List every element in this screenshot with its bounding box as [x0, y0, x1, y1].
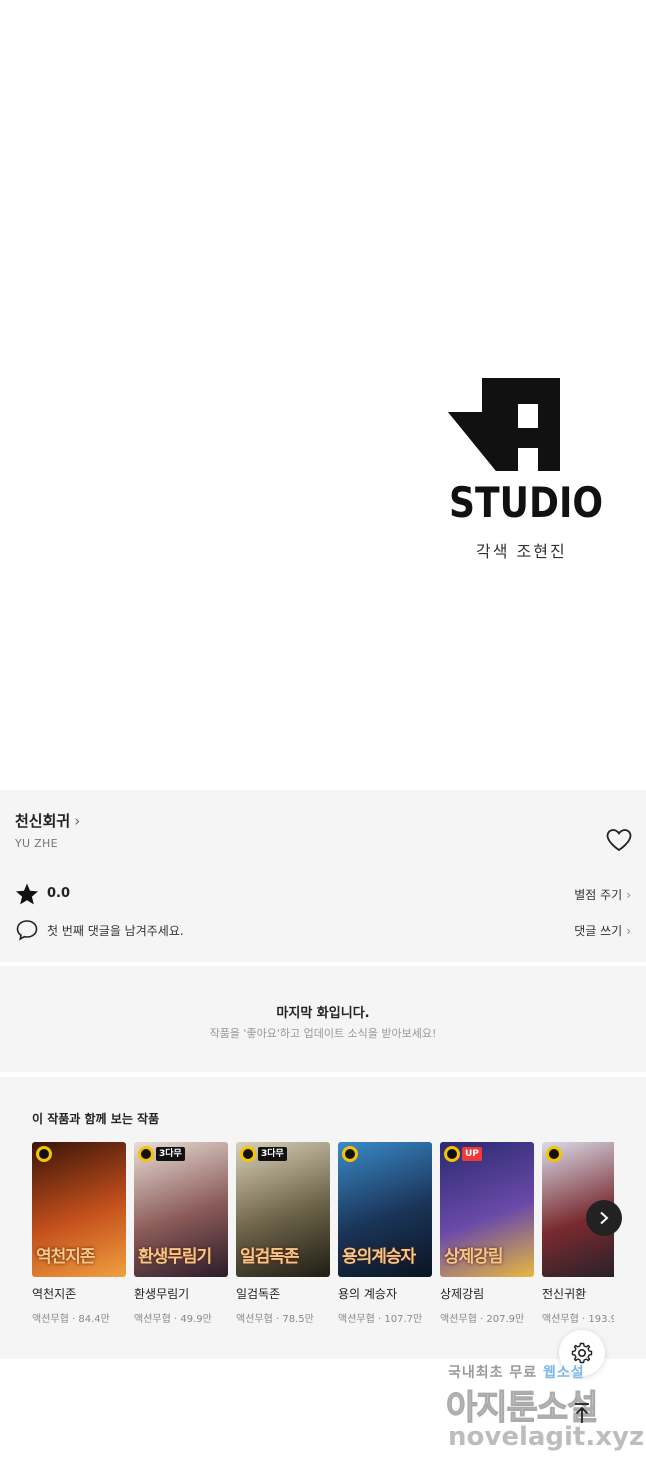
comment-prompt: 첫 번째 댓글을 남겨주세요.	[47, 924, 184, 938]
chevron-right-icon: ›	[626, 924, 631, 938]
studio-wordmark: STUDIO	[449, 478, 604, 527]
recommendation-card[interactable]: 용의계승자용의 계승자액션무협 · 107.7만	[338, 1142, 432, 1325]
chevron-right-icon: ›	[74, 811, 81, 830]
clock-icon	[342, 1146, 358, 1162]
last-episode-title: 마지막 화입니다.	[276, 1006, 370, 1021]
separator-dot: ·	[476, 1314, 487, 1325]
adaptation-credit: 각색 조현진	[476, 542, 567, 561]
card-views: 107.7만	[384, 1314, 423, 1325]
viewer-page: STUDIO 각색 조현진 천신회귀 › YU ZHE 0.0 별점 주기 › 첫…	[0, 0, 646, 1475]
card-title: 전신귀환	[542, 1287, 587, 1301]
wait-free-badge: 3다무	[240, 1146, 287, 1162]
cover-tag: UP	[462, 1147, 482, 1161]
wait-free-badge: 3다무	[138, 1146, 185, 1162]
recommendations-heading: 이 작품과 함께 보는 작품	[32, 1112, 160, 1126]
clock-icon	[138, 1146, 154, 1162]
cover-thumbnail: 3다무일검독존	[236, 1142, 330, 1277]
card-views: 84.4만	[78, 1314, 110, 1325]
clock-icon	[444, 1146, 460, 1162]
cover-thumbnail: 용의계승자	[338, 1142, 432, 1277]
card-meta: 액션무협 · 49.9만	[134, 1310, 228, 1325]
card-views: 49.9만	[180, 1314, 212, 1325]
cover-tag: 3다무	[258, 1147, 287, 1161]
separator-dot: ·	[272, 1314, 283, 1325]
card-title: 일검독존	[236, 1287, 281, 1301]
clock-icon	[36, 1146, 52, 1162]
write-comment-button[interactable]: 댓글 쓰기 ›	[574, 922, 631, 939]
gear-icon	[571, 1342, 593, 1364]
card-meta: 액션무협 · 207.9만	[440, 1310, 534, 1325]
scroll-top-button[interactable]	[567, 1398, 597, 1428]
watermark: 국내최초 무료 웹소설 아지툰소설 novelagit.xyz	[445, 1358, 644, 1458]
arrow-up-to-line-icon	[575, 1403, 589, 1423]
cover-tag: 3다무	[156, 1147, 185, 1161]
comment-icon	[16, 920, 38, 941]
rate-button-label: 별점 주기	[574, 888, 623, 902]
recommendations-section: 이 작품과 함께 보는 작품 역천지존 역천지존 액션무협 · 84.4만 3다무 환생…	[0, 1077, 646, 1359]
comment-row: 첫 번째 댓글을 남겨주세요. 댓글 쓰기 ›	[15, 918, 631, 942]
card-title: 용의 계승자	[338, 1287, 398, 1301]
watermark-line1-text: 국내최초 무료	[448, 1365, 538, 1381]
card-meta: 액션무협 · 107.7만	[338, 1310, 432, 1325]
card-genre: 액션무협	[440, 1314, 477, 1325]
rating-value: 0.0	[47, 886, 71, 901]
card-views: 78.5만	[282, 1314, 314, 1325]
card-genre: 액션무협	[134, 1314, 171, 1325]
card-title: 역천지존	[32, 1287, 77, 1301]
series-author: YU ZHE	[15, 837, 58, 850]
series-title-link[interactable]: 천신회귀 ›	[15, 810, 80, 831]
cover-title-art: 상제강림	[444, 1247, 504, 1267]
watermark-line3: novelagit.xyz	[448, 1422, 645, 1452]
card-meta: 액션무협 · 78.5만	[236, 1310, 330, 1325]
series-info: 천신회귀 › YU ZHE 0.0 별점 주기 › 첫 번째 댓글을 남겨주세요.…	[0, 790, 646, 962]
recommendation-card[interactable]: 3다무 환생무림기 환생무림기 액션무협 · 49.9만	[134, 1142, 228, 1325]
series-title: 천신회귀	[15, 812, 71, 830]
card-title: 환생무림기	[134, 1287, 190, 1301]
last-episode-subtitle: 작품을 '좋아요'하고 업데이트 소식을 받아보세요!	[209, 1027, 437, 1040]
card-genre: 액션무협	[236, 1314, 273, 1325]
cover-thumbnail: 3다무환생무림기	[134, 1142, 228, 1277]
rating-row: 0.0 별점 주기 ›	[15, 882, 631, 906]
recommendation-card[interactable]: UP 상제강림 상제강림 액션무협 · 207.9만	[440, 1142, 534, 1325]
card-meta: 액션무협 · 84.4만	[32, 1310, 126, 1325]
separator-dot: ·	[578, 1314, 589, 1325]
chevron-right-icon: ›	[626, 888, 631, 902]
separator-dot: ·	[374, 1314, 385, 1325]
cover-thumbnail: UP 상제강림	[440, 1142, 534, 1277]
card-views: 207.9만	[486, 1314, 525, 1325]
wait-free-badge	[36, 1146, 52, 1162]
clock-icon	[240, 1146, 256, 1162]
next-button[interactable]	[586, 1200, 622, 1236]
episode-end-panel: STUDIO 각색 조현진	[0, 0, 646, 790]
write-comment-label: 댓글 쓰기	[574, 924, 623, 938]
cover-title-art: 일검독존	[240, 1247, 300, 1267]
recommendation-list: 역천지존 역천지존 액션무협 · 84.4만 3다무 환생무림기 환생무림기 액션무협 · …	[32, 1142, 614, 1342]
card-genre: 액션무협	[542, 1314, 579, 1325]
separator-dot: ·	[68, 1314, 79, 1325]
wait-free-badge	[546, 1146, 562, 1162]
recommendation-card[interactable]: 3다무 일검독존 일검독존 액션무협 · 78.5만	[236, 1142, 330, 1325]
last-episode-notice: 마지막 화입니다. 작품을 '좋아요'하고 업데이트 소식을 받아보세요!	[0, 966, 646, 1072]
separator-dot: ·	[170, 1314, 181, 1325]
wait-free-badge	[342, 1146, 358, 1162]
wait-free-badge: UP	[444, 1146, 482, 1162]
recommendation-card[interactable]: 역천지존 역천지존 액션무협 · 84.4만	[32, 1142, 126, 1325]
cover-title-art: 환생무림기	[138, 1247, 212, 1267]
studio-logo-icon	[448, 378, 560, 471]
cover-thumbnail: 역천지존	[32, 1142, 126, 1277]
card-genre: 액션무협	[32, 1314, 69, 1325]
card-meta: 액션무협 · 193.9만	[542, 1310, 614, 1325]
card-title: 상제강림	[440, 1287, 485, 1301]
chevron-right-icon	[600, 1211, 609, 1225]
card-views: 193.9만	[588, 1314, 614, 1325]
rate-button[interactable]: 별점 주기 ›	[574, 886, 631, 903]
heart-icon[interactable]	[605, 828, 633, 852]
cover-title-art: 용의계승자	[342, 1247, 416, 1267]
card-genre: 액션무협	[338, 1314, 375, 1325]
clock-icon	[546, 1146, 562, 1162]
star-icon	[16, 883, 38, 905]
settings-button[interactable]	[559, 1330, 605, 1376]
cover-title-art: 역천지존	[36, 1247, 96, 1267]
